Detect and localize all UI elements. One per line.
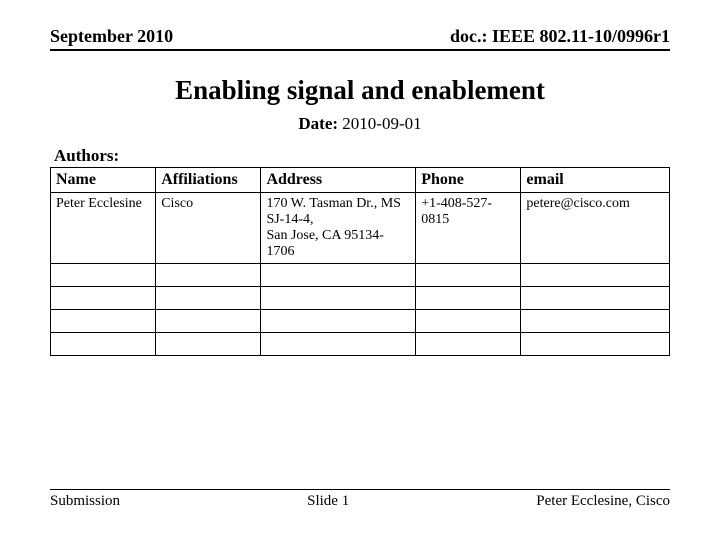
table-row xyxy=(51,333,670,356)
footer-center: Slide 1 xyxy=(307,493,349,510)
cell-phone: +1-408-527-0815 xyxy=(416,193,521,264)
page-title: Enabling signal and enablement xyxy=(50,75,670,106)
header-docid: doc.: IEEE 802.11-10/0996r1 xyxy=(450,26,670,47)
header-date: September 2010 xyxy=(50,26,173,47)
cell-affiliation: Cisco xyxy=(156,193,261,264)
date-line: Date: 2010-09-01 xyxy=(50,114,670,134)
authors-table: Name Affiliations Address Phone email Pe… xyxy=(50,167,670,356)
th-email: email xyxy=(521,168,670,193)
date-label: Date: xyxy=(298,114,338,133)
footer-bar: Submission Slide 1 Peter Ecclesine, Cisc… xyxy=(50,489,670,510)
authors-label: Authors: xyxy=(54,146,670,166)
cell-name: Peter Ecclesine xyxy=(51,193,156,264)
table-header-row: Name Affiliations Address Phone email xyxy=(51,168,670,193)
th-address: Address xyxy=(261,168,416,193)
table-row xyxy=(51,310,670,333)
header-bar: September 2010 doc.: IEEE 802.11-10/0996… xyxy=(50,26,670,51)
th-affiliations: Affiliations xyxy=(156,168,261,193)
cell-email: petere@cisco.com xyxy=(521,193,670,264)
th-name: Name xyxy=(51,168,156,193)
table-row: Peter Ecclesine Cisco 170 W. Tasman Dr.,… xyxy=(51,193,670,264)
th-phone: Phone xyxy=(416,168,521,193)
table-row xyxy=(51,264,670,287)
footer-left: Submission xyxy=(50,493,120,510)
footer-right: Peter Ecclesine, Cisco xyxy=(536,493,670,510)
table-row xyxy=(51,287,670,310)
date-value: 2010-09-01 xyxy=(342,114,421,133)
cell-address: 170 W. Tasman Dr., MS SJ-14-4, San Jose,… xyxy=(261,193,416,264)
